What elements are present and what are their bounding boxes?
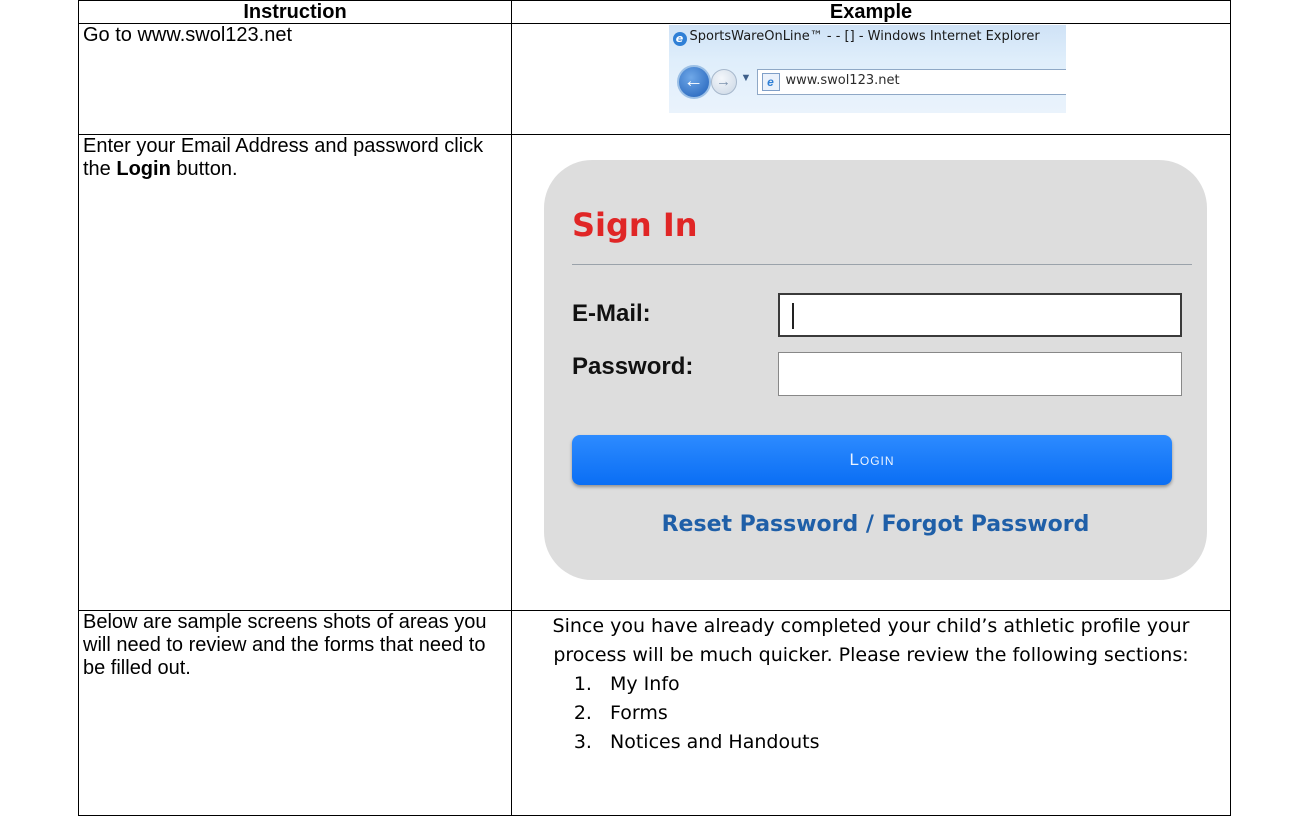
list-item: Forms — [598, 699, 1224, 728]
signin-title: Sign In — [572, 206, 698, 244]
instruction-cell: Below are sample screens shots of areas … — [78, 610, 512, 816]
example-cell: Since you have already completed your ch… — [511, 610, 1231, 816]
password-label: Password: — [572, 353, 694, 380]
instructions-table: Instruction Example Go to www.swol123.ne… — [78, 0, 1231, 816]
page-icon: e — [761, 73, 780, 91]
password-field[interactable] — [778, 352, 1182, 396]
address-url: www.swol123.net — [785, 73, 900, 88]
sections-list: My Info Forms Notices and Handouts — [518, 670, 1224, 757]
table-row: Below are sample screens shots of areas … — [78, 610, 1231, 816]
list-item: Notices and Handouts — [598, 728, 1224, 757]
example-cell: Sign In E-Mail: Password: Login Reset Pa… — [511, 134, 1231, 611]
divider — [572, 264, 1192, 265]
review-text: Since you have already completed your ch… — [552, 615, 1190, 666]
instruction-text-end: button. — [170, 158, 238, 180]
reset-password-link[interactable]: Reset Password / Forgot Password — [544, 512, 1207, 537]
table-row: Enter your Email Address and password cl… — [78, 134, 1231, 611]
signin-panel: Sign In E-Mail: Password: Login Reset Pa… — [544, 160, 1207, 580]
email-label: E-Mail: — [572, 300, 651, 327]
email-field[interactable] — [778, 293, 1182, 337]
address-bar[interactable]: e www.swol123.net — [756, 69, 1066, 95]
browser-title: e SportsWareOnLine™ - - [] - Windows Inte… — [672, 29, 1040, 46]
instruction-cell: Go to www.swol123.net — [78, 23, 512, 135]
browser-screenshot: e SportsWareOnLine™ - - [] - Windows Inte… — [668, 25, 1066, 113]
header-example: Example — [511, 0, 1231, 24]
review-instructions: Since you have already completed your ch… — [512, 611, 1230, 757]
forward-arrow-icon[interactable]: → — [710, 69, 737, 95]
login-button[interactable]: Login — [572, 435, 1172, 485]
instruction-cell: Enter your Email Address and password cl… — [78, 134, 512, 611]
back-arrow-icon[interactable]: ← — [676, 65, 711, 99]
ie-logo-icon: e — [672, 32, 687, 46]
list-item: My Info — [598, 670, 1224, 699]
header-instruction: Instruction — [78, 0, 512, 24]
history-dropdown-icon[interactable]: ▼ — [741, 72, 752, 84]
text-caret — [792, 303, 794, 329]
instruction-bold: Login — [116, 158, 171, 180]
browser-title-text: SportsWareOnLine™ - - [] - Windows Inter… — [689, 29, 1040, 44]
example-cell: e SportsWareOnLine™ - - [] - Windows Inte… — [511, 23, 1231, 135]
table-row: Go to www.swol123.net e SportsWareOnLine™… — [78, 23, 1231, 135]
